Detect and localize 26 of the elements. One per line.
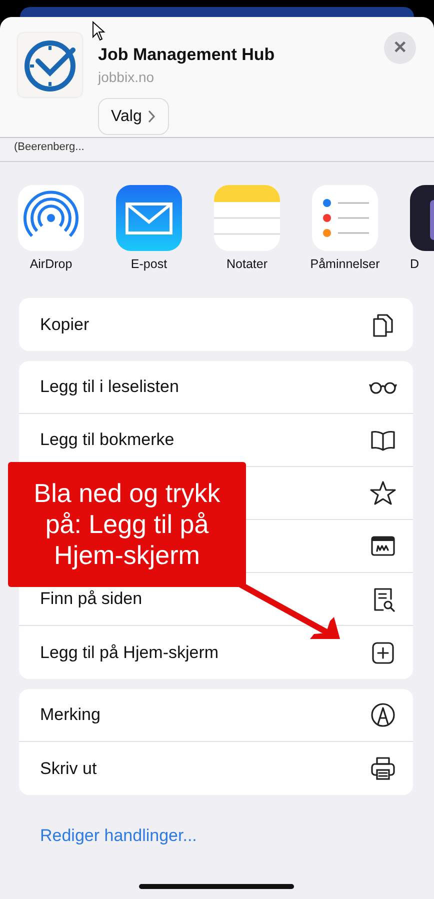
preview-text: (Beerenberg... — [14, 141, 84, 153]
mouse-cursor-icon — [92, 21, 106, 41]
app-title: Job Management Hub — [98, 45, 276, 65]
app-label: Notater — [226, 256, 268, 272]
app-label: AirDrop — [30, 256, 72, 272]
clock-check-logo-icon — [18, 33, 82, 97]
action-row[interactable]: Legg til på Hjem-skjerm — [19, 626, 413, 679]
action-row[interactable]: Merking — [19, 689, 413, 742]
close-button[interactable]: ✕ — [384, 32, 416, 64]
instruction-tooltip: Bla ned og trykk på: Legg til på Hjem-skjerm — [8, 462, 246, 587]
airdrop-icon[interactable] — [18, 185, 84, 251]
app-label: D — [410, 256, 420, 272]
action-row[interactable]: Kopier — [19, 298, 413, 351]
markup-pen-icon — [369, 701, 397, 729]
options-button[interactable]: Valg — [98, 98, 169, 135]
app-label: E-post — [130, 256, 168, 272]
app-label: Påminnelser — [310, 256, 380, 272]
action-row[interactable]: Legg til i leselisten — [19, 361, 413, 414]
app-domain: jobbix.no — [98, 68, 156, 86]
printer-icon — [369, 754, 397, 782]
chevron-icon — [148, 110, 156, 123]
reminders-icon[interactable] — [312, 185, 378, 251]
star-icon — [369, 479, 397, 507]
edit-actions-link[interactable]: Rediger handlinger... — [40, 823, 197, 848]
mail-icon[interactable] — [116, 185, 182, 251]
action-row[interactable]: Skriv ut — [19, 742, 413, 795]
